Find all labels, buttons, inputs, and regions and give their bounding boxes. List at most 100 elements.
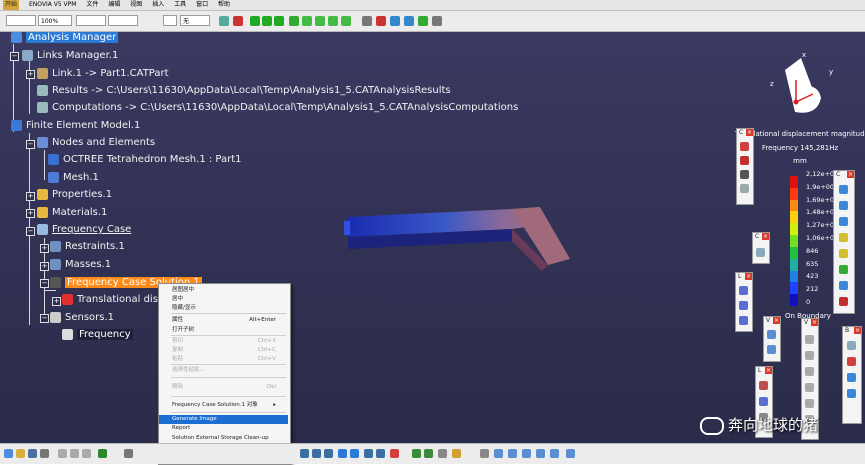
restraint-tool-icon[interactable]: [805, 351, 814, 360]
normal-view-icon[interactable]: [376, 449, 385, 458]
analysis-view-icon[interactable]: [508, 449, 517, 458]
menu-edit[interactable]: 编辑: [108, 1, 120, 8]
analysis-tool-icon[interactable]: [847, 357, 856, 366]
compute-icon[interactable]: [759, 381, 768, 390]
render-icon[interactable]: [390, 449, 399, 458]
tree-node-translational[interactable]: Translational displ: [62, 293, 167, 307]
iso-view-icon[interactable]: [364, 449, 373, 458]
undo-icon[interactable]: [98, 449, 107, 458]
whats-this-icon[interactable]: [124, 449, 133, 458]
expand-toggle[interactable]: +: [26, 70, 35, 79]
format-icon[interactable]: [219, 16, 229, 26]
beam-model[interactable]: [330, 197, 590, 307]
restraint-tool-icon[interactable]: [805, 367, 814, 376]
close-icon[interactable]: ×: [811, 319, 818, 326]
linetype-field[interactable]: [76, 15, 106, 26]
analysis-view-icon[interactable]: [536, 449, 545, 458]
expand-toggle[interactable]: +: [26, 209, 35, 218]
close-icon[interactable]: ×: [762, 233, 769, 240]
menu-tools[interactable]: 工具: [174, 1, 186, 8]
tree-node-links-manager[interactable]: Links Manager.1: [22, 49, 118, 63]
analysis-view-icon[interactable]: [494, 449, 503, 458]
sensor-icon[interactable]: [756, 248, 765, 257]
expand-toggle[interactable]: +: [40, 262, 49, 271]
close-icon[interactable]: ×: [765, 367, 772, 374]
paste-icon[interactable]: [82, 449, 91, 458]
close-icon[interactable]: ×: [745, 273, 752, 280]
tree-node-mesh[interactable]: Mesh.1: [48, 171, 99, 185]
swap-space-icon[interactable]: [424, 449, 433, 458]
layer-icon[interactable]: [438, 449, 447, 458]
save-icon[interactable]: [28, 449, 37, 458]
context-menu-item[interactable]: 居图居中: [159, 286, 288, 295]
tree-node-analysis-manager[interactable]: Analysis Manager: [11, 31, 119, 45]
load-icon[interactable]: [739, 316, 748, 325]
tree-node-sensors[interactable]: Sensors.1: [50, 311, 114, 325]
context-menu-item[interactable]: Frequency Case Solution.1 对象 ▸: [159, 401, 288, 410]
mark-icon[interactable]: [233, 16, 243, 26]
tree-node-materials[interactable]: Materials.1: [37, 206, 107, 220]
viewport-3d[interactable]: Analysis Manager − Links Manager.1 + Lin…: [0, 31, 865, 443]
menu-insert[interactable]: 插入: [152, 1, 164, 8]
tree-node-octree[interactable]: OCTREE Tetrahedron Mesh.1 : Part1: [48, 153, 242, 167]
expand-toggle[interactable]: +: [52, 297, 61, 306]
expand-toggle[interactable]: +: [26, 192, 35, 201]
pan-icon[interactable]: [250, 16, 260, 26]
deformation-icon[interactable]: [740, 156, 749, 165]
analysis-tool-icon[interactable]: [847, 373, 856, 382]
menu-window[interactable]: 窗口: [196, 1, 208, 8]
tree-node-frequency[interactable]: Frequency: [62, 328, 133, 342]
mesh-tool-icon[interactable]: [839, 297, 848, 306]
capture-icon[interactable]: [480, 449, 489, 458]
mesh-tool-icon[interactable]: [839, 265, 848, 274]
context-menu-item[interactable]: 居中: [159, 295, 288, 304]
load-icon[interactable]: [739, 301, 748, 310]
fit-all-icon[interactable]: [289, 16, 299, 26]
layer-field[interactable]: 无: [180, 15, 210, 26]
move-icon[interactable]: [274, 16, 284, 26]
expand-toggle[interactable]: −: [40, 314, 49, 323]
floating-toolbar-c3[interactable]: C ×: [752, 232, 770, 264]
material-icon[interactable]: [452, 449, 461, 458]
view-mode-icon[interactable]: [338, 449, 347, 458]
zoom-field[interactable]: 100%: [38, 15, 72, 26]
context-menu-item[interactable]: 剪切 Ctrl+X: [159, 337, 288, 346]
mesh-tool-icon[interactable]: [839, 201, 848, 210]
mesh-tool-icon[interactable]: [839, 281, 848, 290]
context-menu-item[interactable]: 选择性粘贴...: [159, 366, 288, 375]
floating-toolbar-l1[interactable]: L ×: [735, 272, 753, 332]
context-menu-item[interactable]: Solution External Storage Clean-up: [159, 434, 288, 443]
hide-show-icon[interactable]: [412, 449, 421, 458]
close-icon[interactable]: ×: [854, 327, 861, 334]
analysis-tool-icon[interactable]: [847, 341, 856, 350]
rotate-icon[interactable]: [262, 16, 272, 26]
analysis-view-icon[interactable]: [550, 449, 559, 458]
tree-node-link[interactable]: Link.1 -> Part1.CATPart: [37, 67, 169, 81]
tree-node-frequency-case[interactable]: Frequency Case: [37, 223, 131, 237]
measure-icon[interactable]: [390, 16, 400, 26]
view-icon[interactable]: [767, 330, 776, 339]
analysis-tool-icon[interactable]: [847, 389, 856, 398]
expand-toggle[interactable]: −: [26, 227, 35, 236]
compute-icon[interactable]: [418, 16, 428, 26]
fit-icon[interactable]: [312, 449, 321, 458]
menu-help[interactable]: 帮助: [218, 1, 230, 8]
tree-node-masses[interactable]: Masses.1: [50, 258, 111, 272]
animate-icon[interactable]: [740, 170, 749, 179]
tree-node-nodes-elements[interactable]: Nodes and Elements: [37, 136, 155, 150]
tree-node-restraints[interactable]: Restraints.1: [50, 240, 125, 254]
mesh-tool-icon[interactable]: [839, 233, 848, 242]
context-menu-item[interactable]: 复制 Ctrl+C: [159, 346, 288, 355]
image-icon[interactable]: [740, 142, 749, 151]
zoom-in-icon[interactable]: [302, 16, 312, 26]
restraint-tool-icon[interactable]: [805, 335, 814, 344]
normal-view-icon[interactable]: [328, 16, 338, 26]
compass[interactable]: x y z: [765, 50, 845, 135]
tree-node-results[interactable]: Results -> C:\Users\11630\AppData\Local\…: [37, 84, 451, 98]
analysis-view-icon[interactable]: [522, 449, 531, 458]
tree-node-fem[interactable]: Finite Element Model.1: [11, 119, 140, 133]
swap-icon[interactable]: [341, 16, 351, 26]
restraint-tool-icon[interactable]: [805, 399, 814, 408]
lineweight-field[interactable]: [108, 15, 138, 26]
tree-node-computations[interactable]: Computations -> C:\Users\11630\AppData\L…: [37, 101, 518, 115]
